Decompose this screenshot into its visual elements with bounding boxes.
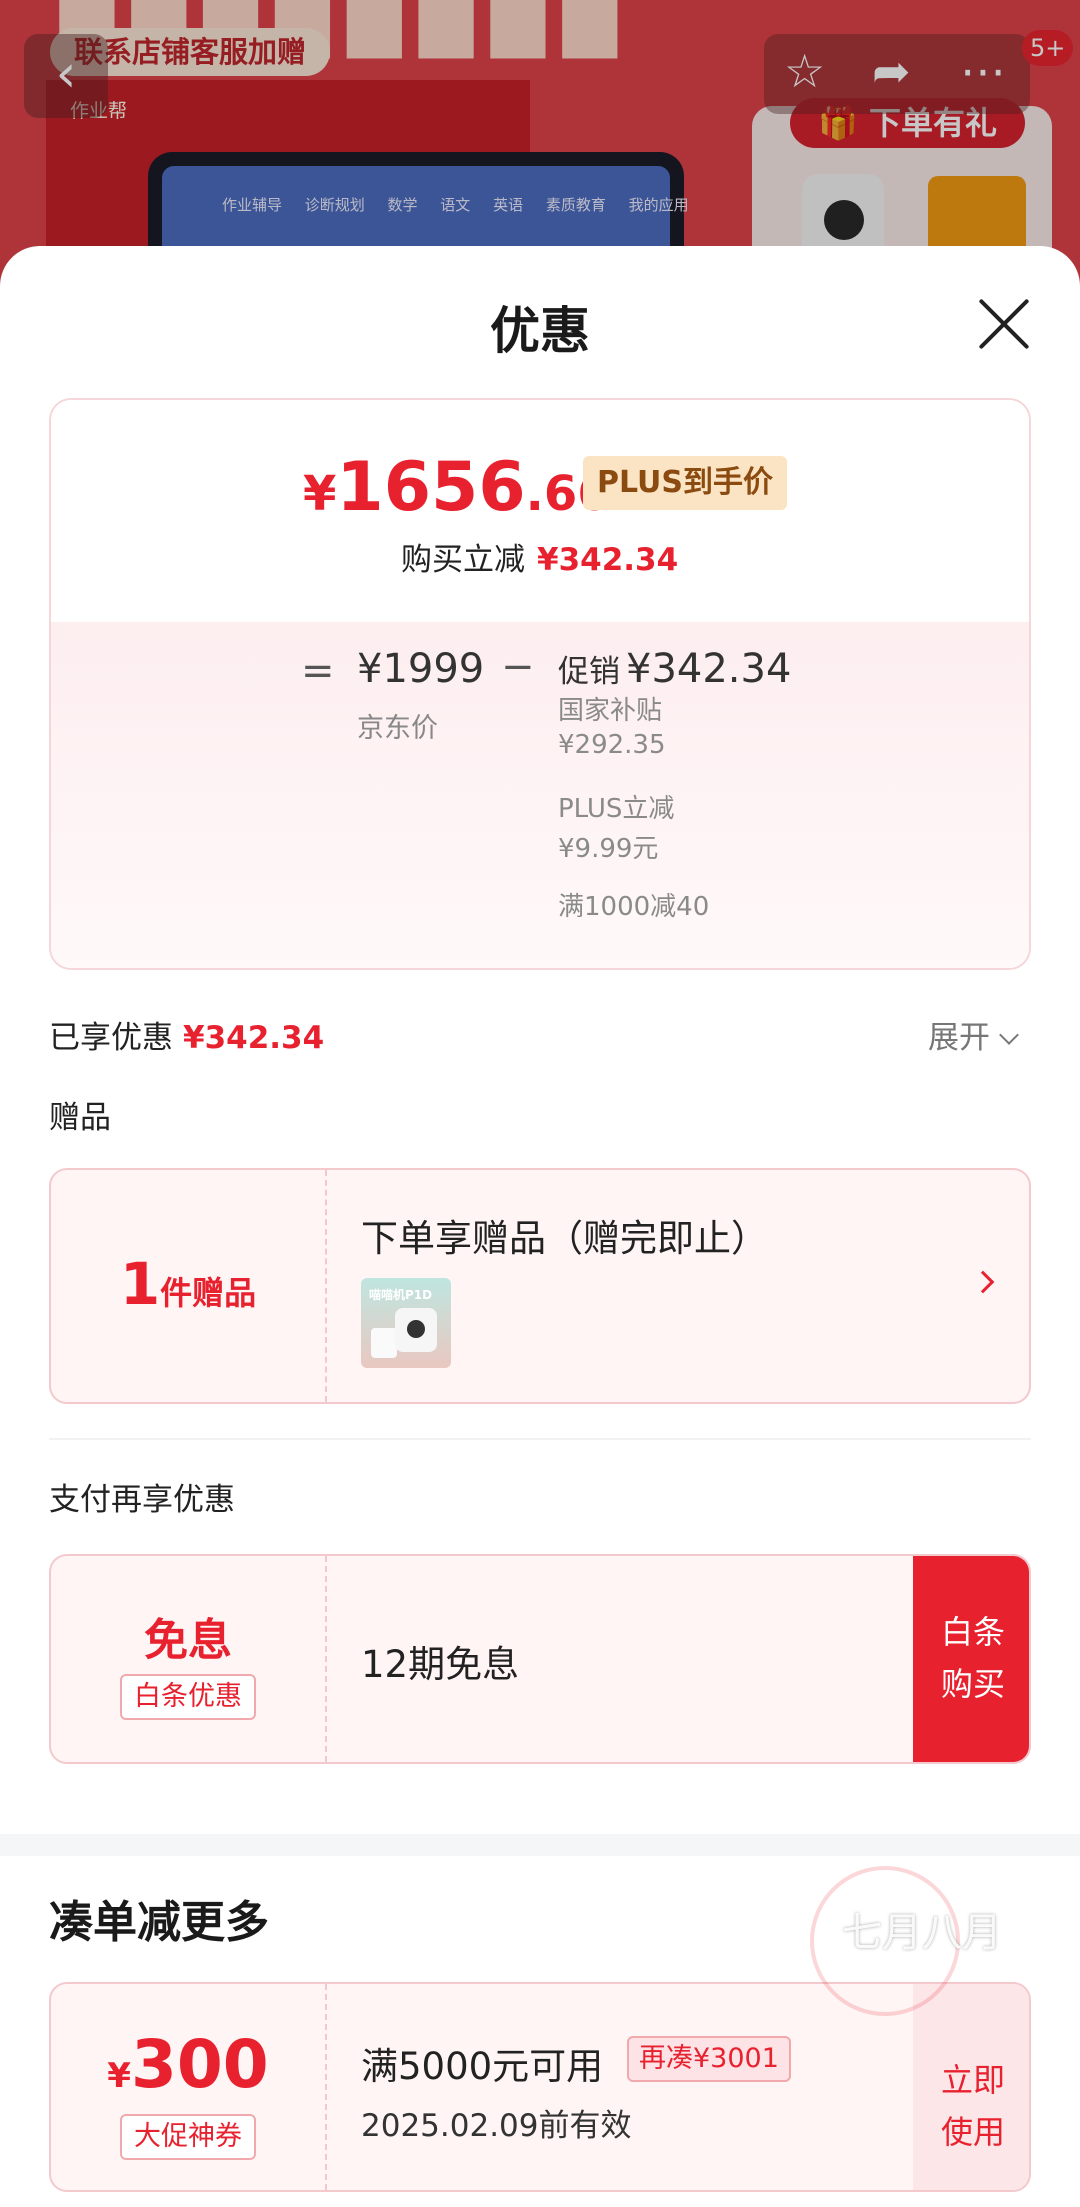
coupon-gap-badge: 再凑¥3001 [627, 2036, 791, 2082]
chevron-right-icon [971, 1270, 995, 1294]
card-divider [325, 1984, 327, 2190]
subsidy-label: 国家补贴 [558, 696, 663, 726]
baitiao-buy-button[interactable]: 白条 购买 [913, 1556, 1029, 1762]
gift-title: 下单享赠品（赠完即止） [361, 1217, 768, 1260]
interest-free-card: 免息 白条优惠 12期免息 白条 购买 [49, 1554, 1031, 1764]
minus-sign: − [501, 644, 535, 690]
coupon-tag: 大促神券 [120, 2114, 256, 2160]
divider [49, 1438, 1031, 1440]
more-discount-title: 凑单减更多 [49, 1897, 269, 1948]
close-icon[interactable] [974, 294, 1034, 354]
section-gap [0, 1834, 1080, 1856]
payment-section-label: 支付再享优惠 [49, 1482, 235, 1518]
expand-toggle[interactable]: 展开 [928, 1012, 1019, 1057]
card-divider [325, 1556, 327, 1762]
promo-total: 促销 ¥342.34 [558, 646, 792, 692]
plus-price-tag: PLUS到手价 [583, 456, 788, 510]
use-coupon-button[interactable]: 立即 使用 [913, 1984, 1029, 2190]
gift-count: 1件赠品 [119, 1250, 257, 1318]
enjoyed-discount: 已享优惠 ¥342.34 [49, 1020, 325, 1056]
gift-thumbnail: 喵喵机P1D [361, 1278, 451, 1368]
coupon-validity: 2025.02.09前有效 [361, 2108, 632, 2144]
jd-price-label: 京东价 [357, 713, 438, 744]
coupon-condition: 满5000元可用 [361, 2045, 604, 2088]
card-divider [325, 1170, 327, 1402]
watermark: 七月八月 [842, 1910, 1002, 1956]
plus-reduction-label: PLUS立减 [558, 794, 675, 824]
sheet-title: 优惠 [490, 302, 590, 360]
chevron-down-icon [999, 1025, 1019, 1045]
price-breakdown [51, 622, 1029, 968]
gift-card[interactable]: 1件赠品 下单享赠品（赠完即止） 喵喵机P1D [49, 1168, 1031, 1404]
coupon-amount: ¥300 [107, 2026, 269, 2103]
full-reduction-label: 满1000减40 [558, 892, 710, 922]
installment-title: 12期免息 [361, 1643, 520, 1686]
gifts-section-label: 赠品 [49, 1100, 111, 1136]
final-price: ¥1656.66 [303, 448, 611, 527]
jd-price: ¥1999 [357, 646, 485, 692]
subsidy-value: ¥292.35 [558, 730, 666, 760]
baitiao-tag: 白条优惠 [120, 1674, 256, 1720]
plus-reduction-value: ¥9.99元 [558, 834, 659, 864]
breakdown-notch [522, 600, 562, 622]
interest-free-label: 免息 [144, 1615, 232, 1666]
instant-reduction: 购买立减 ¥342.34 [401, 542, 679, 578]
price-card: ¥1656.66 PLUS到手价 购买立减 ¥342.34 = ¥1999 京东价… [49, 398, 1031, 970]
equals-sign: = [301, 648, 335, 694]
